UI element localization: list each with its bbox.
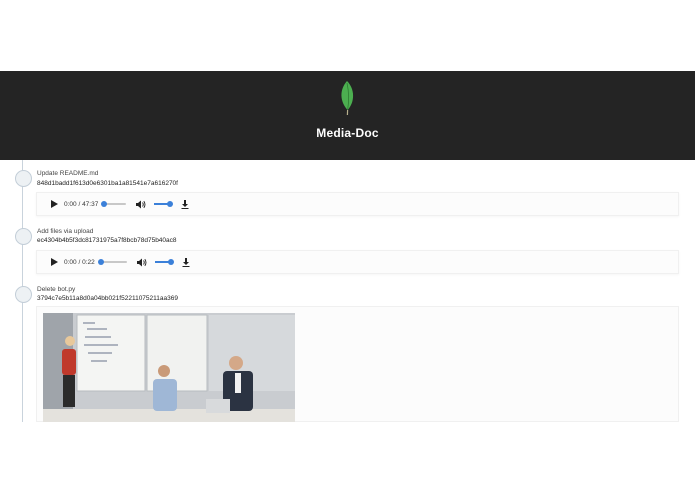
seek-knob[interactable]	[97, 258, 104, 265]
commit-hash[interactable]: ec4304b4b5f3dc81731975a7f8bcb78d75b40ac8	[37, 237, 177, 244]
timeline-node	[15, 228, 32, 245]
play-button[interactable]	[47, 255, 61, 269]
play-icon	[50, 258, 58, 266]
timeline-node	[15, 170, 32, 187]
seek-slider[interactable]	[101, 200, 127, 207]
app-title: Media-Doc	[316, 126, 379, 140]
commit-message[interactable]: Update README.md	[37, 170, 98, 177]
time-display: 0:00 / 47:37	[64, 200, 99, 208]
download-icon	[181, 199, 189, 209]
leaf-icon	[341, 81, 354, 116]
volume-slider[interactable]	[154, 200, 174, 207]
volume-button[interactable]	[134, 197, 148, 211]
volume-slider[interactable]	[154, 258, 174, 265]
audio-player: 0:00 / 47:37	[45, 193, 192, 215]
seek-slider[interactable]	[97, 258, 127, 265]
volume-knob[interactable]	[167, 258, 174, 265]
commit-hash[interactable]: 848d1badd1f613d0e6301ba1a81541e7a616270f	[37, 180, 178, 187]
commit-message[interactable]: Delete bot.py	[37, 286, 75, 293]
volume-icon	[136, 258, 147, 266]
seek-knob[interactable]	[101, 200, 108, 207]
download-button[interactable]	[178, 197, 192, 211]
time-display: 0:00 / 0:22	[64, 258, 95, 266]
video-player[interactable]	[43, 313, 295, 422]
download-icon	[182, 257, 190, 267]
audio-player: 0:00 / 0:22	[45, 251, 193, 273]
audio-card: 0:00 / 0:22	[36, 250, 679, 274]
volume-icon	[136, 200, 146, 208]
volume-button[interactable]	[135, 255, 149, 269]
commit-message[interactable]: Add files via upload	[37, 228, 93, 235]
play-icon	[50, 200, 58, 208]
play-button[interactable]	[47, 197, 61, 211]
video-frame	[43, 313, 295, 422]
download-button[interactable]	[179, 255, 193, 269]
timeline-node	[15, 286, 32, 303]
volume-knob[interactable]	[167, 200, 174, 207]
page-footer-space	[0, 422, 695, 494]
page: Media-Doc Update README.md 848d1badd1f61…	[0, 0, 695, 494]
audio-card: 0:00 / 47:37	[36, 192, 679, 216]
commit-hash[interactable]: 3794c7e5b11a8d0a04bb021f52211075211aa369	[37, 295, 178, 302]
